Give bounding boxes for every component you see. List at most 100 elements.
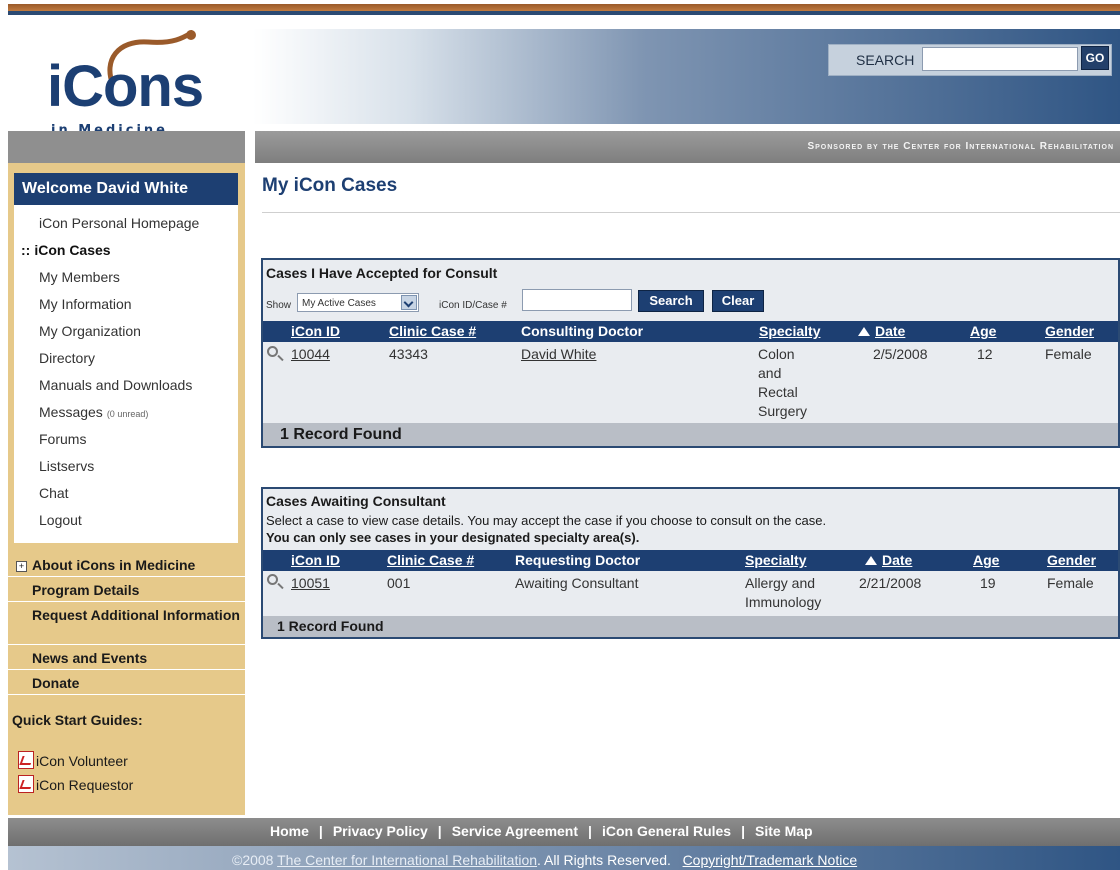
nav-item-label: Donate	[32, 675, 80, 691]
quick-start-requestor[interactable]: iCon Requestor	[18, 775, 133, 793]
sidebar-item-messages[interactable]: Messages (0 unread)	[39, 404, 148, 420]
requesting-doctor-cell: Awaiting Consultant	[515, 575, 639, 591]
case-id-label: iCon ID/Case #	[439, 300, 507, 311]
col-gender[interactable]: Gender	[1047, 552, 1096, 568]
accepted-heading: Cases I Have Accepted for Consult	[266, 265, 498, 281]
accepted-cases-panel: Cases I Have Accepted for Consult Show M…	[261, 258, 1120, 448]
gender-cell: Female	[1045, 346, 1092, 362]
sort-ascending-icon	[858, 327, 870, 336]
clear-button[interactable]: Clear	[712, 290, 764, 312]
footer-separator: |	[588, 823, 592, 839]
col-specialty[interactable]: Specialty	[745, 552, 806, 568]
title-divider	[262, 212, 1120, 213]
copyright: ©2008 The Center for International Rehab…	[232, 852, 857, 868]
sidebar-item-label: Directory	[39, 350, 96, 366]
show-filter-value: My Active Cases	[302, 298, 376, 309]
col-requesting-doctor: Requesting Doctor	[515, 552, 641, 568]
search-button[interactable]: Search	[638, 290, 704, 312]
copyright-org-link[interactable]: The Center for International Rehabilitat…	[277, 852, 537, 868]
footer-separator: |	[741, 823, 746, 839]
search-label: SEARCH	[856, 52, 915, 68]
footer-link-home[interactable]: Home	[270, 823, 309, 839]
show-label: Show	[266, 300, 292, 311]
doctor-link[interactable]: David White	[521, 345, 596, 364]
footer-link-site-map[interactable]: Site Map	[755, 823, 813, 839]
nav-item-label: Request Additional Information	[32, 607, 240, 623]
nav-item-donate[interactable]: Donate	[8, 671, 245, 695]
sidebar-item-label: My Organization	[39, 323, 141, 339]
sidebar-item-label: Logout	[39, 512, 82, 528]
awaiting-cases-panel: Cases Awaiting Consultant Select a case …	[261, 487, 1120, 639]
col-date-label: Date	[882, 552, 913, 568]
case-id-input[interactable]	[522, 289, 632, 311]
nav-item-label: News and Events	[32, 650, 148, 666]
gender-cell: Female	[1047, 575, 1094, 591]
sidebar-item-listservs[interactable]: Listservs	[39, 458, 94, 474]
expand-icon[interactable]: +	[16, 561, 27, 572]
pdf-icon	[18, 751, 34, 769]
footer-links-bar: Home | Privacy Policy | Service Agreement | iC…	[8, 818, 1120, 846]
col-date[interactable]: Date	[865, 552, 912, 568]
search-go-button[interactable]: GO	[1081, 46, 1109, 70]
site-logo[interactable]: iCons in Medicine	[43, 30, 204, 138]
col-age[interactable]: Age	[970, 323, 996, 339]
unread-count: (0 unread)	[106, 409, 149, 419]
chevron-down-icon[interactable]	[401, 295, 417, 310]
pdf-icon	[18, 775, 34, 793]
specialty-line: Surgery	[758, 403, 808, 419]
case-id-link[interactable]: 10051	[291, 574, 330, 593]
footer-link-privacy-policy[interactable]: Privacy Policy	[333, 823, 428, 839]
sidebar-item-label: Messages	[39, 404, 103, 420]
awaiting-note: Select a case to view case details. You …	[266, 513, 827, 528]
sidebar-item-forums[interactable]: Forums	[39, 431, 86, 447]
case-id-link[interactable]: 10044	[291, 345, 330, 364]
col-age[interactable]: Age	[973, 552, 999, 568]
nav-item-request-additional-information[interactable]: Request Additional Information	[8, 603, 245, 645]
age-cell: 12	[977, 346, 993, 362]
col-clinic-case[interactable]: Clinic Case #	[389, 323, 476, 339]
sidebar-item-chat[interactable]: Chat	[39, 485, 69, 501]
footer-links: Home | Privacy Policy | Service Agreement | iC…	[270, 823, 813, 839]
sidebar-item-label: Manuals and Downloads	[39, 377, 193, 393]
col-date[interactable]: Date	[858, 323, 905, 339]
logo-text: iCons	[47, 54, 204, 119]
sidebar-item-manuals-and-downloads[interactable]: Manuals and Downloads	[39, 377, 192, 393]
sidebar-item-directory[interactable]: Directory	[39, 350, 95, 366]
footer-link-service-agreement[interactable]: Service Agreement	[452, 823, 578, 839]
awaiting-note-bold: You can only see cases in your designate…	[266, 530, 640, 545]
col-icon-id[interactable]: iCon ID	[291, 323, 340, 339]
awaiting-table-header: iCon ID Clinic Case # Requesting Doctor …	[263, 550, 1118, 571]
copyright-rest: . All Rights Reserved.	[537, 852, 671, 868]
show-filter-select[interactable]: My Active Cases	[297, 293, 419, 312]
col-specialty[interactable]: Specialty	[759, 323, 820, 339]
sidebar-item-icon-cases[interactable]: :: iCon Cases	[21, 242, 111, 258]
quick-start-volunteer[interactable]: iCon Volunteer	[18, 751, 128, 769]
sidebar: Welcome David White iCon Personal Homepa…	[8, 163, 245, 815]
quick-start-label: iCon Requestor	[36, 777, 134, 793]
nav-item-news-and-events[interactable]: News and Events	[8, 646, 245, 670]
sidebar-item-label: iCon Personal Homepage	[39, 215, 200, 231]
col-icon-id[interactable]: iCon ID	[291, 552, 340, 568]
magnifier-icon[interactable]	[267, 574, 278, 585]
sidebar-item-my-information[interactable]: My Information	[39, 296, 132, 312]
sidebar-item-label: My Members	[39, 269, 120, 285]
sidebar-item-my-members[interactable]: My Members	[39, 269, 120, 285]
trademark-notice-link[interactable]: Copyright/Trademark Notice	[683, 852, 858, 868]
specialty-cell: Allergy and Immunology	[745, 574, 821, 612]
magnifier-icon[interactable]	[267, 346, 278, 357]
specialty-line: Colon	[758, 346, 795, 362]
sidebar-item-my-organization[interactable]: My Organization	[39, 323, 141, 339]
col-consulting-doctor: Consulting Doctor	[521, 323, 644, 339]
col-gender[interactable]: Gender	[1045, 323, 1094, 339]
welcome-title: Welcome David White	[14, 173, 238, 205]
nav-item-program-details[interactable]: Program Details	[8, 578, 245, 602]
sidebar-item-icon-personal-homepage[interactable]: iCon Personal Homepage	[39, 215, 199, 231]
sidebar-item-logout[interactable]: Logout	[39, 512, 82, 528]
search-input[interactable]	[922, 47, 1078, 71]
nav-item-about-icons-in-medicine[interactable]: + About iCons in Medicine	[8, 553, 245, 577]
col-clinic-case[interactable]: Clinic Case #	[387, 552, 474, 568]
sponsor-bar: Sponsored by the Center for Internationa…	[255, 131, 1120, 163]
welcome-panel: Welcome David White iCon Personal Homepa…	[14, 173, 238, 543]
clinic-case-cell: 001	[387, 575, 411, 591]
footer-link-icon-general-rules[interactable]: iCon General Rules	[602, 823, 731, 839]
